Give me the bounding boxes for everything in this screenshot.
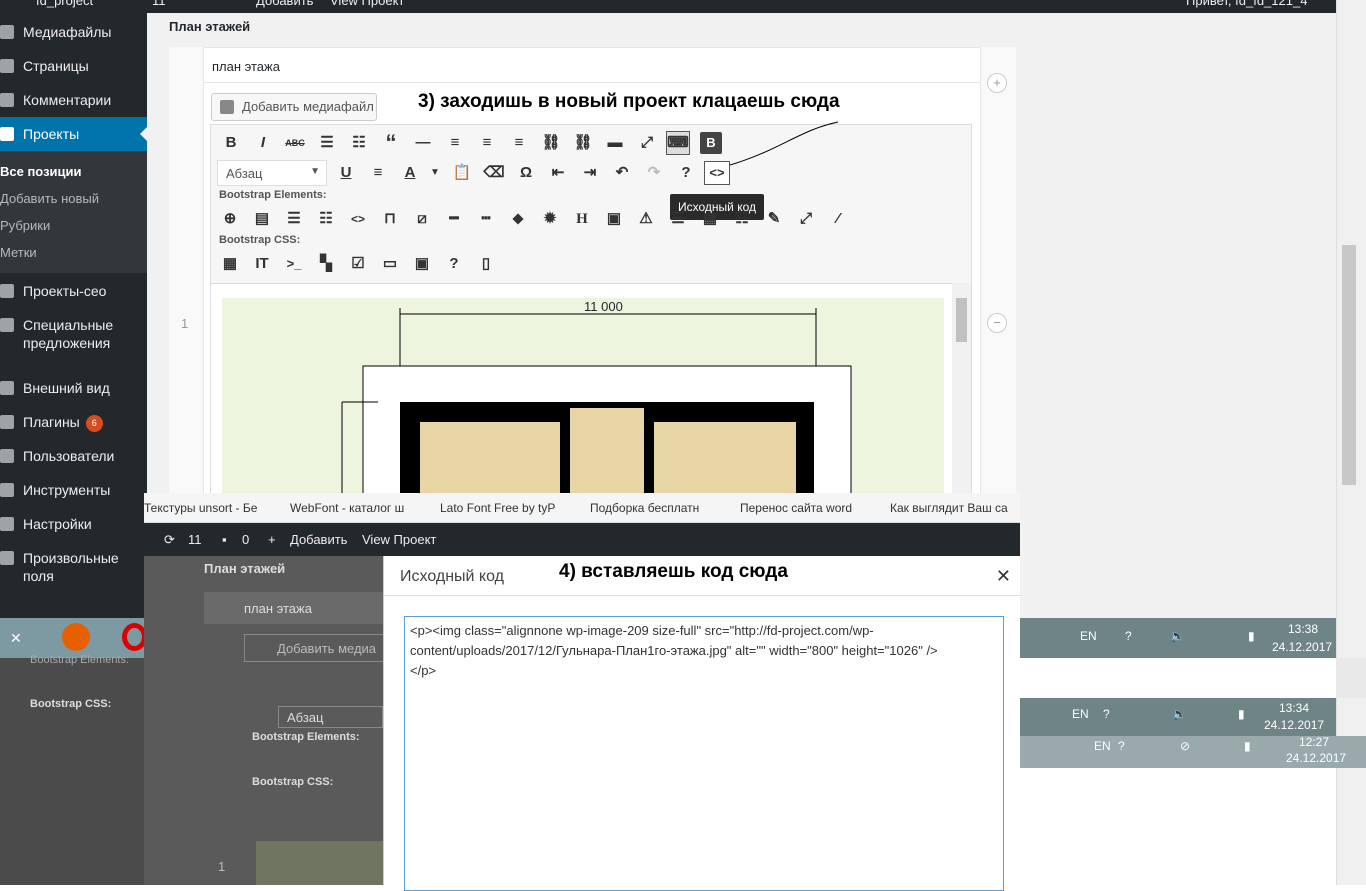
taskbar-1: EN ? 🔈 ▮ 13:38 24.12.2017 [1020,618,1336,658]
firefox-icon[interactable] [62,623,90,651]
help-icon[interactable]: ? [1125,629,1132,643]
taskbar-3: EN ? ⊘ ▮ 12:27 24.12.2017 [1020,735,1366,768]
bg-field-label: план этажа [244,601,312,616]
clock-time: 13:34 [1279,701,1310,715]
code-line: </p> [410,663,437,678]
bookmark-item[interactable]: WebFont - каталог ш [290,501,404,515]
bg-add-media: Добавить медиа [244,634,384,662]
updates-count[interactable]: 11 [188,532,202,547]
network-icon[interactable]: ▮ [1248,629,1255,643]
source-code-textarea[interactable]: <p><img class="alignnone wp-image-209 si… [404,616,1004,891]
bg-bootstrap-css-label: Bootstrap CSS: [30,698,112,710]
clock-date: 24.12.2017 [1286,751,1347,765]
clock-date: 24.12.2017 [1264,718,1325,732]
bookmark-item[interactable]: Lato Font Free by tyP [440,501,555,515]
bg-bootstrap-elements-label: Bootstrap Elements: [252,731,360,743]
network-icon[interactable]: ▮ [1244,739,1251,753]
bookmark-item[interactable]: Текстуры unsort - Бе [144,501,257,515]
bg-bootstrap-css-label: Bootstrap CSS: [252,776,334,788]
volume-icon[interactable]: 🔈 [1172,707,1187,721]
help-icon[interactable]: ? [1103,707,1110,721]
bookmark-item[interactable]: Перенос сайта word [740,501,852,515]
code-line: content/uploads/2017/12/Гульнара-План1го… [410,643,938,658]
language-indicator[interactable]: EN [1094,739,1111,753]
clock-time: 13:38 [1288,622,1319,636]
source-code-modal: Исходный код ✕ 4) вставляешь код сюда <p… [383,556,1021,891]
bg-section-title: План этажей [204,561,286,576]
modal-backdrop: План этажей план этажа Добавить медиа Аб… [144,556,384,885]
bg-bootstrap-elements-label: Bootstrap Elements: [30,654,130,666]
view-project-link[interactable]: View Проект [362,532,436,547]
bg-row-number: 1 [218,859,226,874]
modal-title: Исходный код [400,568,504,585]
close-icon[interactable]: ✕ [10,630,22,647]
close-icon[interactable]: ✕ [996,566,1011,587]
language-indicator[interactable]: EN [1080,629,1097,643]
clock-date: 24.12.2017 [1272,640,1333,654]
volume-icon[interactable]: 🔈 [1170,629,1185,643]
network-icon[interactable]: ▮ [1238,707,1245,721]
blocked-icon[interactable]: ⊘ [1180,739,1190,753]
language-indicator[interactable]: EN [1072,707,1089,721]
refresh-icon[interactable]: ⟳ [164,532,175,548]
bookmark-item[interactable]: Как выглядит Ваш са [890,501,1008,515]
bg-image [256,841,383,885]
admin-bar-secondary: ⟳ 11 ▪ 0 + Добавить View Проект [144,523,1020,556]
clock-time: 12:27 [1299,735,1330,749]
scroll-area [1336,658,1366,698]
plus-icon[interactable]: + [268,532,276,547]
bookmark-item[interactable]: Подборка бесплатн [590,501,699,515]
add-new-link[interactable]: Добавить [290,532,347,547]
taskbar-left: ✕ [0,618,147,658]
bg-format-select: Абзац [278,706,383,728]
annotation-step-4: 4) вставляешь код сюда [559,561,788,582]
code-line: <p><img class="alignnone wp-image-209 si… [410,623,874,638]
taskbar-2: EN ? 🔈 ▮ 13:34 24.12.2017 [1020,698,1336,736]
comments-count[interactable]: 0 [242,532,249,547]
comment-icon[interactable]: ▪ [222,532,227,547]
bookmarks-bar: Текстуры unsort - Бе WebFont - каталог ш… [144,493,1020,523]
help-icon[interactable]: ? [1118,739,1125,753]
